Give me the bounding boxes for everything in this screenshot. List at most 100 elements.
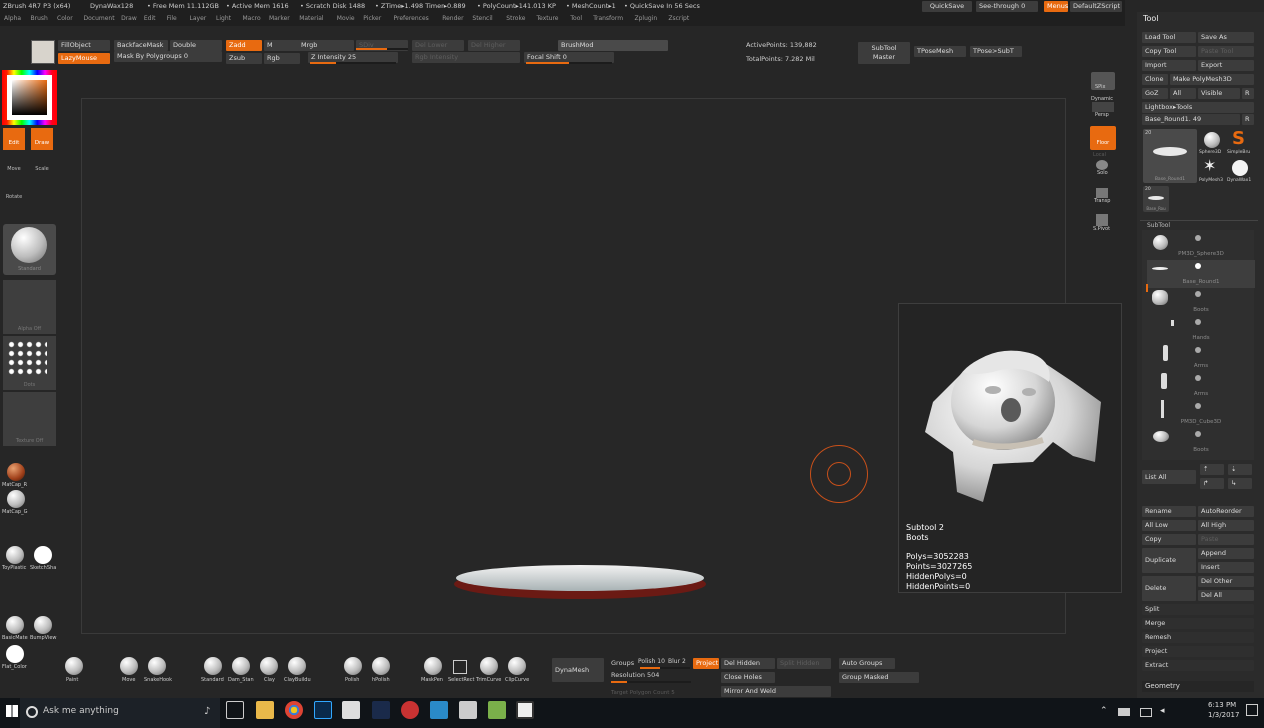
eye-icon[interactable] [1195, 235, 1201, 241]
clock-time[interactable]: 6:13 PM [1208, 701, 1236, 709]
draw-button[interactable]: Draw [31, 128, 53, 150]
sketchsha-swatch[interactable] [34, 546, 52, 564]
load-tool-button[interactable]: Load Tool [1142, 32, 1196, 43]
menu-brush[interactable]: Brush [31, 15, 48, 22]
default-zscript-button[interactable]: DefaultZScript [1070, 1, 1122, 12]
snakehook-brush-icon[interactable] [148, 657, 166, 675]
auto-groups-button[interactable]: Auto Groups [839, 658, 895, 669]
material-swatch[interactable] [31, 40, 55, 64]
menu-material[interactable]: Material [299, 15, 323, 22]
del-higher-button[interactable]: Del Higher [468, 40, 520, 51]
menu-transform[interactable]: Transform [593, 15, 623, 22]
eye-icon[interactable] [1195, 403, 1201, 409]
color-picker[interactable] [2, 70, 57, 125]
subtool-item-2[interactable]: Base_Round1 [1147, 260, 1255, 288]
rgb-intensity-slider[interactable]: Rgb Intensity [412, 52, 520, 63]
edit-button[interactable]: Edit [3, 128, 25, 150]
subtool-item-3[interactable]: Boots [1147, 288, 1255, 316]
auto-reorder-button[interactable]: AutoReorder [1198, 506, 1254, 517]
chrome-icon[interactable] [285, 701, 303, 719]
rename-button[interactable]: Rename [1142, 506, 1196, 517]
remesh-menu[interactable]: Remesh [1142, 632, 1254, 643]
project-toggle[interactable]: Project [693, 658, 719, 669]
standard-brush-icon[interactable] [204, 657, 222, 675]
solo-button[interactable] [1096, 160, 1108, 170]
menu-layer[interactable]: Layer [190, 15, 207, 22]
maskpen-brush-icon[interactable] [424, 657, 442, 675]
menu-document[interactable]: Document [84, 15, 115, 22]
menu-picker[interactable]: Picker [363, 15, 381, 22]
alpha-selector[interactable]: Alpha Off [3, 280, 56, 334]
matcap-g-swatch[interactable] [7, 490, 25, 508]
lightbox-tools-button[interactable]: Lightbox▸Tools [1142, 102, 1254, 113]
texture-selector[interactable]: Texture Off [3, 392, 56, 446]
persp-button[interactable] [1092, 102, 1114, 112]
m-button[interactable]: M [264, 40, 300, 51]
bumpview-swatch[interactable] [34, 616, 52, 634]
system-tray[interactable]: ⌃ ◂ [1100, 706, 1190, 720]
windows-start-icon[interactable] [6, 705, 18, 717]
app-icon-c[interactable] [516, 701, 534, 719]
clipcurve-brush-icon[interactable] [508, 657, 526, 675]
eye-icon[interactable] [1195, 291, 1201, 297]
basicmate-swatch[interactable] [6, 616, 24, 634]
del-lower-button[interactable]: Del Lower [412, 40, 464, 51]
groups-toggle[interactable]: Groups [611, 659, 634, 667]
target-polygon-count[interactable]: Target Polygon Count 5 [611, 690, 675, 696]
floor-button[interactable]: Floor [1090, 126, 1116, 150]
subtool-item-5[interactable]: Arms [1147, 344, 1255, 372]
menu-macro[interactable]: Macro [243, 15, 261, 22]
menu-draw[interactable]: Draw [121, 15, 137, 22]
zadd-button[interactable]: Zadd [226, 40, 262, 51]
del-hidden-button[interactable]: Del Hidden [721, 658, 775, 669]
move-bottom-button[interactable]: ↳ [1228, 478, 1252, 489]
geometry-menu[interactable]: Geometry [1142, 681, 1254, 692]
action-center-icon[interactable] [1246, 704, 1258, 716]
all-low-button[interactable]: All Low [1142, 520, 1196, 531]
menu-zplugin[interactable]: Zplugin [635, 15, 658, 22]
subtool-master-button[interactable]: SubTool Master [858, 42, 910, 64]
menu-light[interactable]: Light [216, 15, 231, 22]
goz-visible-button[interactable]: Visible [1198, 88, 1240, 99]
delete-button[interactable]: Delete [1142, 576, 1196, 601]
backface-mask-button[interactable]: BackfaceMask [114, 40, 168, 51]
menu-texture[interactable]: Texture [537, 15, 559, 22]
small-tool-thumbnail[interactable]: 20 Base_Rou [1143, 186, 1169, 212]
dynamesh-button[interactable]: DynaMesh [552, 658, 604, 682]
menu-tool[interactable]: Tool [570, 15, 582, 22]
double-button[interactable]: Double [170, 40, 222, 51]
move-down-button[interactable]: ⇣ [1228, 464, 1252, 475]
app-icon-grey[interactable] [459, 701, 477, 719]
list-all-button[interactable]: List All [1142, 470, 1196, 484]
menu-color[interactable]: Color [57, 15, 73, 22]
paste-subtool-button[interactable]: Paste [1198, 534, 1254, 545]
move-up-button[interactable]: ⇡ [1200, 464, 1224, 475]
eye-icon[interactable] [1195, 263, 1201, 269]
clay-brush-icon[interactable] [260, 657, 278, 675]
move-button[interactable]: Move [3, 156, 25, 174]
menu-stroke[interactable]: Stroke [506, 15, 525, 22]
eye-icon[interactable] [1195, 431, 1201, 437]
menu-edit[interactable]: Edit [144, 15, 156, 22]
app-icon-light-blue[interactable] [430, 701, 448, 719]
menu-movie[interactable]: Movie [337, 15, 355, 22]
resolution-slider[interactable]: Resolution 504 [611, 671, 659, 679]
trimcurve-brush-icon[interactable] [480, 657, 498, 675]
eye-icon[interactable] [1195, 347, 1201, 353]
group-masked-button[interactable]: Group Masked [839, 672, 919, 683]
toyplastic-swatch[interactable] [6, 546, 24, 564]
all-high-button[interactable]: All High [1198, 520, 1254, 531]
spivot-button[interactable] [1096, 214, 1108, 226]
brushmod-slider[interactable]: BrushMod [558, 40, 668, 51]
eye-icon[interactable] [1195, 319, 1201, 325]
rgb-button[interactable]: Rgb [264, 53, 300, 64]
flat-color-swatch[interactable] [6, 645, 24, 663]
move-brush-icon[interactable] [120, 657, 138, 675]
del-all-button[interactable]: Del All [1198, 590, 1254, 601]
current-tool-r-button[interactable]: R [1242, 114, 1254, 125]
quicksave-button[interactable]: QuickSave [922, 1, 972, 12]
matcap-r-swatch[interactable] [7, 463, 25, 481]
eye-icon[interactable] [1195, 375, 1201, 381]
hue-ring[interactable] [2, 70, 57, 125]
paint-brush-icon[interactable] [65, 657, 83, 675]
